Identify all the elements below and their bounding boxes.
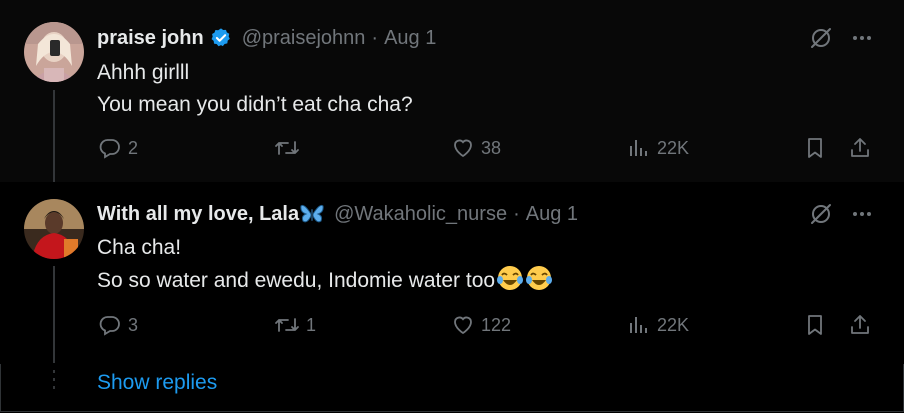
separator: · — [513, 202, 520, 225]
share-icon — [851, 315, 869, 334]
like-button[interactable]: 38 — [451, 136, 501, 160]
show-replies-link[interactable]: Show replies — [97, 371, 217, 395]
like-count: 38 — [481, 137, 502, 158]
tweet-text-line-with-emoji: So so water and ewedu, Indomie water too — [97, 264, 553, 302]
avatar-praise-john[interactable] — [24, 22, 84, 82]
thread-line — [53, 90, 55, 182]
reply-icon — [99, 139, 120, 159]
views-count: 22K — [657, 137, 690, 158]
bookmark-icon — [808, 138, 822, 158]
retweet-icon — [275, 318, 299, 332]
tweet-header: praise john @praisejohnn · Aug 1 — [97, 24, 436, 52]
views-icon — [630, 140, 647, 156]
grok-icon[interactable] — [807, 200, 835, 228]
grok-icon[interactable] — [807, 24, 835, 52]
tears-of-joy-emoji-icon — [496, 264, 524, 302]
retweet-button[interactable]: 1 — [274, 313, 316, 337]
reply-count: 3 — [128, 314, 139, 335]
handle[interactable]: @praisejohnn — [242, 27, 366, 50]
like-count: 122 — [481, 314, 512, 335]
views-button[interactable]: 22K — [627, 136, 689, 160]
retweet-button[interactable] — [274, 136, 306, 160]
views-button[interactable]: 22K — [627, 313, 689, 337]
retweet-count: 1 — [306, 314, 317, 335]
share-button[interactable] — [848, 136, 872, 160]
tweet-text-line: Ahhh girlll — [97, 61, 190, 84]
tweet-text: Cha cha! So so water and ewedu, Indomie … — [97, 232, 553, 302]
share-button[interactable] — [848, 313, 872, 337]
reply-button[interactable]: 2 — [98, 136, 138, 160]
display-name[interactable]: praise john — [97, 27, 204, 50]
like-button[interactable]: 122 — [451, 313, 511, 337]
tweet-praise-john[interactable]: praise john @praisejohnn · Aug 1 Ahhh gi… — [0, 0, 904, 182]
tweet-text-line: Cha cha! — [97, 236, 182, 259]
display-name[interactable]: With all my love, Lala — [97, 203, 299, 226]
timestamp[interactable]: Aug 1 — [384, 27, 436, 50]
thread-line — [53, 266, 55, 363]
thread-continuation-dots — [53, 370, 55, 394]
verified-badge-icon — [210, 27, 232, 49]
bookmark-button[interactable] — [803, 136, 827, 160]
tweet-text-line: You mean you didn’t eat cha cha? — [97, 93, 413, 116]
bookmark-button[interactable] — [803, 313, 827, 337]
timestamp[interactable]: Aug 1 — [526, 203, 578, 226]
separator: · — [371, 26, 379, 49]
reply-button[interactable]: 3 — [98, 313, 138, 337]
tweet-text: Ahhh girlll You mean you didn’t eat cha … — [97, 57, 413, 121]
reply-icon — [99, 316, 120, 336]
retweet-icon — [275, 141, 299, 155]
tweet-lala[interactable]: With all my love, Lala @Wakaholic_nurse … — [0, 182, 904, 364]
tears-of-joy-emoji-icon — [525, 264, 553, 302]
avatar-lala[interactable] — [24, 199, 84, 259]
views-count: 22K — [657, 314, 690, 335]
share-icon — [851, 138, 869, 157]
handle[interactable]: @Wakaholic_nurse — [334, 203, 507, 226]
heart-icon — [454, 316, 472, 335]
more-icon[interactable] — [848, 24, 876, 52]
bookmark-icon — [808, 315, 822, 335]
reply-count: 2 — [128, 137, 139, 158]
butterfly-emoji-icon — [300, 203, 324, 225]
more-icon[interactable] — [848, 200, 876, 228]
views-icon — [630, 317, 647, 333]
tweet-text-line: So so water and ewedu, Indomie water too — [97, 269, 496, 292]
heart-icon — [454, 139, 472, 158]
tweet-header: With all my love, Lala @Wakaholic_nurse … — [97, 200, 578, 228]
